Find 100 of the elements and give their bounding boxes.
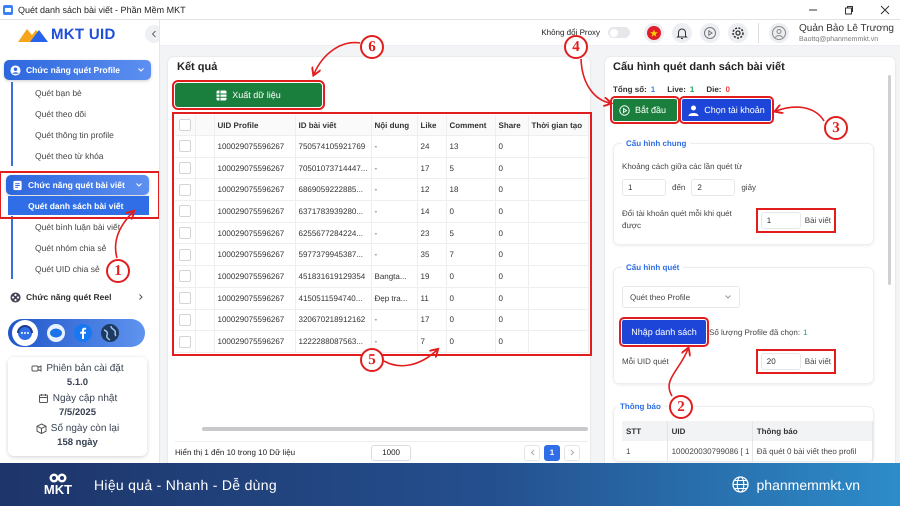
restore-icon[interactable]: [844, 4, 854, 14]
field-label: Khoảng cách giữa các lần quét từ: [622, 162, 744, 171]
chevron-left-icon: [151, 30, 157, 38]
export-button[interactable]: Xuất dữ liệu: [175, 83, 322, 107]
row-checkbox[interactable]: [178, 140, 191, 152]
table-cell: 100029075596267: [214, 330, 295, 352]
table-cell: 0: [446, 200, 495, 222]
menu-group-header[interactable]: Chức năng quét Profile: [4, 60, 151, 80]
table-cell: 100020030799086 [ 1: [667, 441, 752, 461]
select-all-checkbox[interactable]: [178, 119, 191, 131]
table-cell: 6255677284224...: [295, 222, 371, 244]
start-button[interactable]: Bắt đầu: [613, 99, 677, 121]
table-cell: 451831619129354: [295, 266, 371, 288]
table-cell: 35: [417, 244, 446, 266]
table-cell: 0: [446, 266, 495, 288]
chevron-down-icon: [724, 293, 732, 301]
menu-item[interactable]: Quét nhóm chia sẻ: [11, 237, 149, 258]
menu-group-header[interactable]: Chức năng quét Reel: [4, 287, 151, 307]
vertical-scrollbar[interactable]: [888, 75, 891, 285]
row-checkbox[interactable]: [178, 336, 191, 348]
mode-dropdown[interactable]: Quét theo Profile: [622, 286, 740, 308]
table-cell: -: [371, 136, 417, 158]
input-field[interactable]: 1: [760, 212, 801, 228]
logo-text: MKT UID: [51, 26, 116, 42]
table-cell: 6869059222885...: [295, 178, 371, 201]
info-value: 5.1.0: [66, 377, 90, 388]
input-field[interactable]: 1: [622, 179, 666, 196]
menu-item[interactable]: Quét bình luận bài viết: [11, 216, 149, 237]
table-cell: 23: [417, 222, 446, 244]
menu-item[interactable]: Quét danh sách bài viết: [6, 196, 149, 215]
input-field[interactable]: 2: [691, 179, 736, 196]
callout-arrow: [774, 103, 825, 122]
globe-icon[interactable]: [101, 324, 119, 342]
unit-label: Bài viết: [804, 216, 831, 224]
row-checkbox[interactable]: [178, 270, 191, 282]
row-checkbox[interactable]: [178, 314, 191, 326]
close-icon[interactable]: [880, 4, 890, 14]
menu-item[interactable]: Quét bạn bè: [11, 82, 149, 103]
info-label: Phiên bản cài đặt: [46, 363, 124, 374]
menu-item[interactable]: Quét theo từ khóa: [11, 145, 149, 166]
row-checkbox[interactable]: [178, 162, 191, 174]
next-page-button[interactable]: [564, 444, 580, 461]
input-field[interactable]: 20: [760, 353, 801, 370]
column-header: Like: [417, 115, 446, 136]
flag-icon[interactable]: [644, 22, 664, 42]
page-button[interactable]: 1: [544, 444, 560, 461]
table-cell: 0: [446, 330, 495, 352]
play-circle-icon: [619, 104, 630, 116]
table-cell: -: [371, 178, 417, 201]
row-checkbox[interactable]: [178, 184, 191, 196]
previous-page-button[interactable]: [524, 444, 540, 461]
table-cell: 0: [495, 244, 528, 266]
settings-icon[interactable]: [728, 22, 748, 42]
chat-bubble-icon[interactable]: [47, 324, 65, 342]
column-header: Thời gian tạo: [528, 115, 588, 136]
table-cell: 100029075596267: [214, 309, 295, 331]
panel-title: Kết quả: [177, 61, 218, 73]
table-cell: 0: [495, 330, 528, 352]
menu-item[interactable]: Quét theo dõi: [11, 103, 149, 124]
calendar-icon: [38, 393, 49, 404]
avatar-icon[interactable]: [769, 22, 790, 42]
table-cell: 0: [446, 287, 495, 309]
table-cell: 100029075596267: [214, 178, 295, 201]
proxy-label: Không đổi Proxy: [541, 28, 600, 37]
table-cell: 0: [495, 222, 528, 244]
table-cell: 7: [417, 330, 446, 352]
chevron-right-icon: [570, 449, 574, 456]
facebook-icon[interactable]: [74, 324, 92, 342]
table-cell: 100029075596267: [214, 200, 295, 222]
menu-group-header[interactable]: Chức năng quét bài viết: [6, 175, 149, 195]
table-cell: 0: [446, 309, 495, 331]
group-title: Thông báo: [619, 402, 662, 411]
table-cell: 12: [417, 178, 446, 201]
table-cell: 0: [495, 309, 528, 331]
horizontal-scrollbar[interactable]: [202, 426, 588, 431]
table-cell: 100029075596267: [214, 266, 295, 288]
info-value: 7/5/2025: [58, 407, 97, 418]
row-checkbox[interactable]: [178, 227, 191, 240]
row-checkbox[interactable]: [178, 248, 191, 261]
table-cell: Đẹp tra...: [371, 287, 417, 309]
menu-item[interactable]: Quét thông tin profile: [11, 124, 149, 145]
row-checkbox[interactable]: [178, 292, 191, 304]
proxy-toggle[interactable]: [608, 27, 630, 38]
collapse-button[interactable]: [145, 25, 159, 43]
stat-value: 1: [690, 85, 694, 94]
table-cell: -: [371, 157, 417, 179]
chevron-right-icon: [137, 293, 145, 301]
row-checkbox[interactable]: [178, 205, 191, 218]
table-cell: 100029075596267: [214, 222, 295, 244]
user-name: Quản Bảo Lê Trương: [799, 22, 894, 34]
bell-icon[interactable]: [672, 22, 692, 42]
callout-arrow: [668, 346, 691, 396]
table-cell: 100029075596267: [214, 157, 295, 179]
play-icon[interactable]: [700, 22, 720, 42]
support-headset-icon[interactable]: [12, 320, 38, 346]
callout-arrow: [580, 58, 612, 107]
page-size-field[interactable]: 1000: [371, 444, 412, 461]
import-list-button[interactable]: Nhập danh sách: [622, 320, 706, 344]
choose-account-button[interactable]: Chọn tài khoản: [682, 99, 771, 121]
stat-value: 1: [650, 85, 656, 94]
